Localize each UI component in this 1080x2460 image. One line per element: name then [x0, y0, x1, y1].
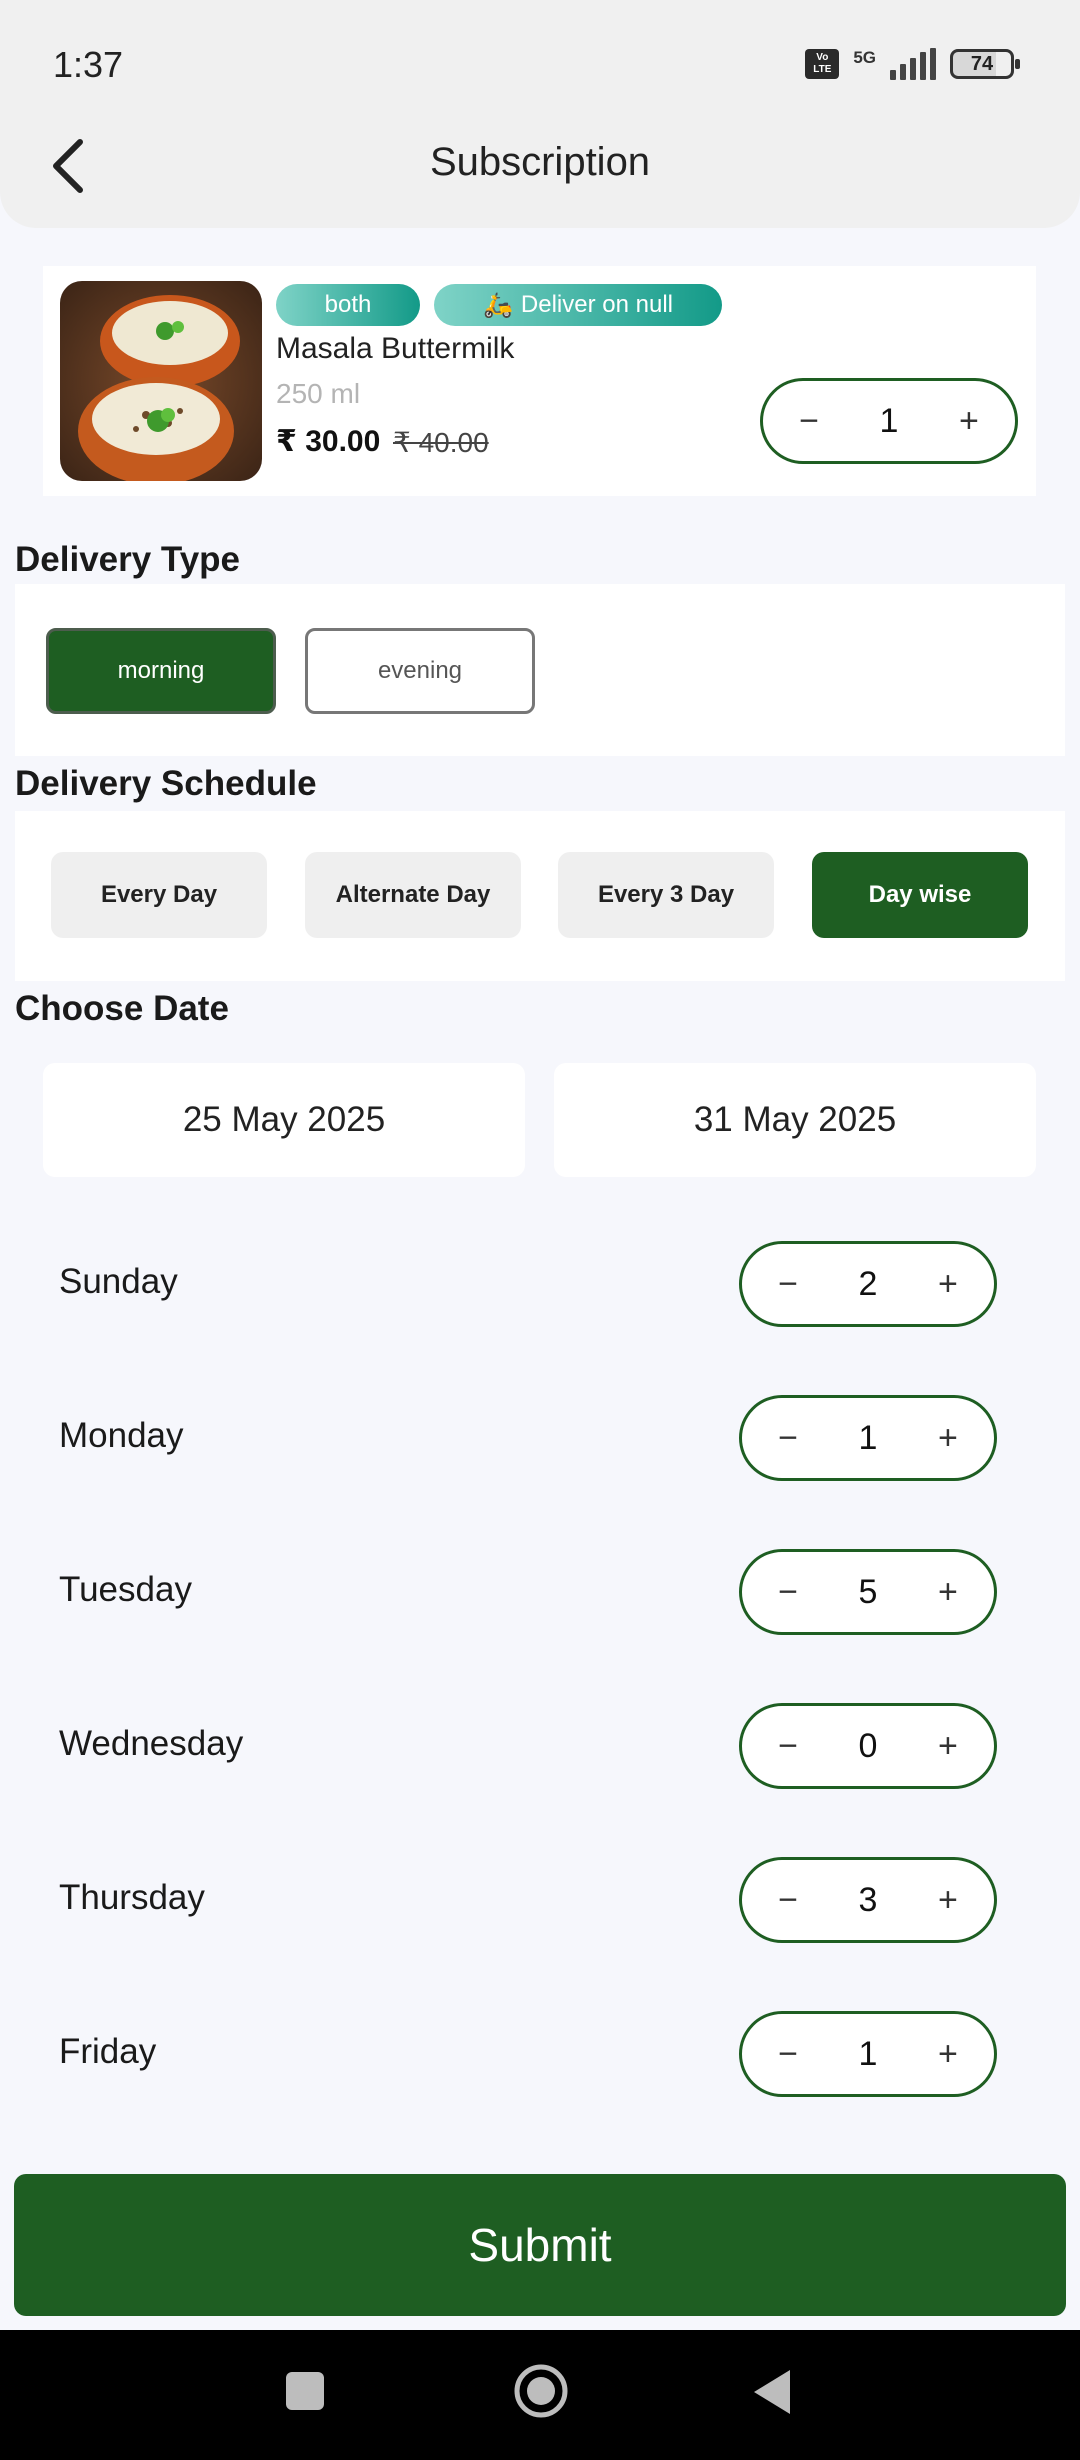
- product-name: Masala Buttermilk: [276, 332, 515, 365]
- day-quantity-stepper: − 2 +: [739, 1241, 997, 1327]
- nav-back-button[interactable]: [752, 2368, 792, 2416]
- submit-button[interactable]: Submit: [14, 2174, 1066, 2316]
- quantity-value: 5: [858, 1572, 878, 1611]
- day-label: Sunday: [59, 1262, 178, 1301]
- product-image: [60, 281, 262, 481]
- minus-button[interactable]: −: [768, 1572, 808, 1612]
- scooter-icon: 🛵: [483, 291, 513, 319]
- schedule-every-day[interactable]: Every Day: [51, 852, 267, 938]
- delivery-type-panel: morning evening: [15, 584, 1065, 756]
- plus-button[interactable]: +: [928, 1418, 968, 1458]
- plus-button[interactable]: +: [928, 1572, 968, 1612]
- day-label: Friday: [59, 2032, 157, 2071]
- delivery-type-evening[interactable]: evening: [305, 628, 535, 714]
- battery-icon: 74: [950, 49, 1020, 79]
- system-nav-bar: [0, 2330, 1080, 2460]
- quantity-value: 0: [858, 1726, 878, 1765]
- status-icons: Vo LTE 5G 74: [805, 44, 1020, 84]
- day-label: Tuesday: [59, 1570, 192, 1609]
- product-size: 250 ml: [276, 378, 361, 409]
- home-button[interactable]: [513, 2363, 569, 2419]
- delivery-schedule-title: Delivery Schedule: [15, 764, 317, 803]
- minus-button[interactable]: −: [768, 1880, 808, 1920]
- network-type: 5G: [853, 48, 876, 67]
- tag-type: both: [276, 284, 420, 326]
- product-tags: both 🛵 Deliver on null: [276, 284, 722, 326]
- day-quantity-stepper: − 0 +: [739, 1703, 997, 1789]
- delivery-schedule-panel: Every Day Alternate Day Every 3 Day Day …: [15, 811, 1065, 981]
- quantity-value: 2: [858, 1264, 878, 1303]
- tag-delivery-label: Deliver on null: [520, 291, 673, 318]
- day-label: Wednesday: [59, 1724, 244, 1763]
- minus-button[interactable]: −: [768, 1418, 808, 1458]
- status-time: 1:37: [53, 44, 124, 85]
- plus-button[interactable]: +: [928, 2034, 968, 2074]
- plus-button[interactable]: +: [928, 1880, 968, 1920]
- day-quantity-stepper: − 3 +: [739, 1857, 997, 1943]
- end-date-field[interactable]: 31 May 2025: [554, 1063, 1036, 1177]
- delivery-type-title: Delivery Type: [15, 540, 241, 579]
- product-card: both 🛵 Deliver on null Masala Buttermilk…: [43, 266, 1036, 496]
- delivery-type-morning[interactable]: morning: [46, 628, 276, 714]
- plus-button[interactable]: +: [928, 1726, 968, 1766]
- quantity-value: 1: [858, 2034, 878, 2073]
- day-quantity-stepper: − 1 +: [739, 2011, 997, 2097]
- day-quantity-stepper: − 5 +: [739, 1549, 997, 1635]
- day-quantity-stepper: − 1 +: [739, 1395, 997, 1481]
- product-quantity-stepper: − 1 +: [760, 378, 1018, 464]
- minus-button[interactable]: −: [768, 2034, 808, 2074]
- plus-button[interactable]: +: [949, 401, 989, 441]
- page-title: Subscription: [429, 140, 651, 184]
- start-date-field[interactable]: 25 May 2025: [43, 1063, 525, 1177]
- battery-level: 74: [970, 52, 994, 75]
- recents-button[interactable]: [286, 2372, 324, 2410]
- day-label: Monday: [59, 1416, 184, 1455]
- schedule-day-wise[interactable]: Day wise: [812, 852, 1028, 938]
- quantity-value: 3: [858, 1880, 878, 1919]
- signal-icon: [890, 48, 936, 80]
- minus-button[interactable]: −: [768, 1264, 808, 1304]
- app-header: 1:37 Vo LTE 5G 74 Subscription: [0, 0, 1080, 228]
- choose-date-title: Choose Date: [15, 989, 229, 1028]
- plus-button[interactable]: +: [928, 1264, 968, 1304]
- quantity-value: 1: [879, 401, 899, 440]
- volte-icon: Vo LTE: [805, 49, 840, 79]
- day-label: Thursday: [59, 1878, 205, 1917]
- quantity-value: 1: [858, 1418, 878, 1457]
- product-price: ₹ 30.00: [276, 425, 381, 458]
- minus-button[interactable]: −: [768, 1726, 808, 1766]
- product-old-price: ₹ 40.00: [393, 427, 489, 458]
- tag-delivery: 🛵 Deliver on null: [434, 284, 722, 326]
- minus-button[interactable]: −: [789, 401, 829, 441]
- schedule-alternate-day[interactable]: Alternate Day: [305, 852, 521, 938]
- schedule-every-3-day[interactable]: Every 3 Day: [558, 852, 774, 938]
